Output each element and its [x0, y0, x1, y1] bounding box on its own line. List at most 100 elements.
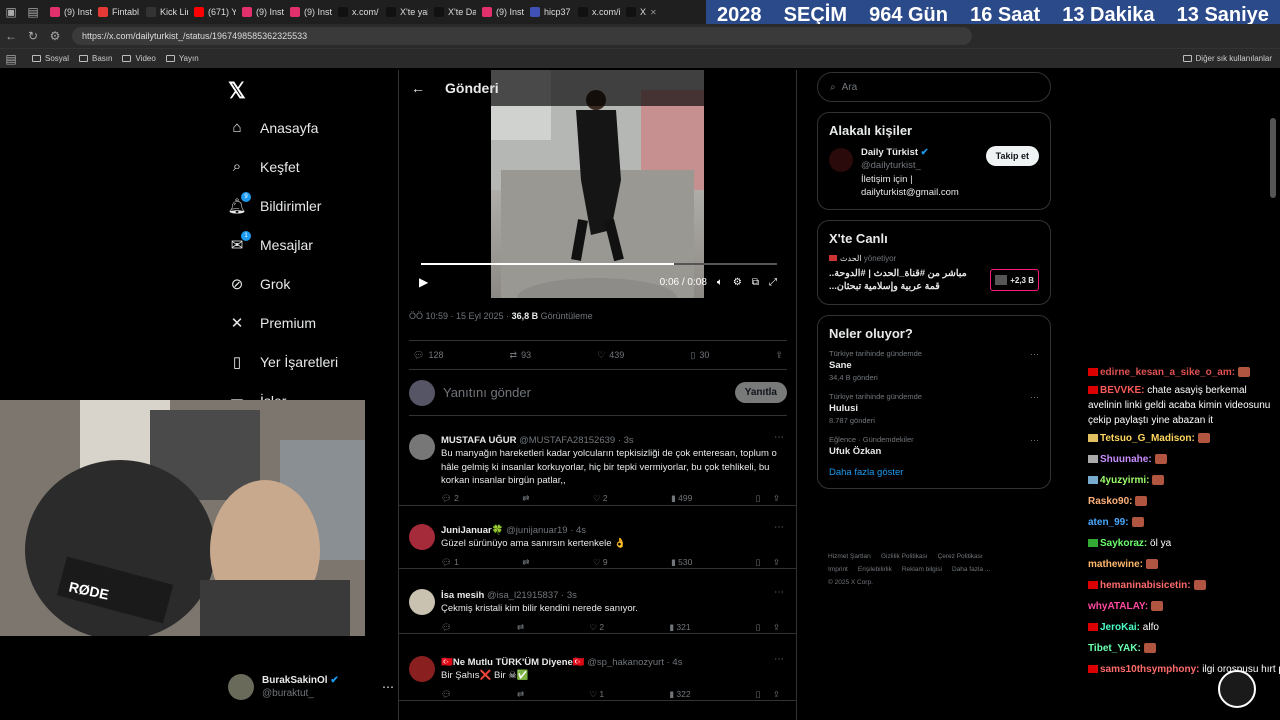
share-icon[interactable]: ⇪	[773, 689, 780, 699]
chat-username[interactable]: mathewine:	[1088, 559, 1143, 570]
browser-tab[interactable]: X'te Da✕	[428, 0, 476, 24]
avatar[interactable]	[409, 434, 435, 460]
share-icon[interactable]: ⇪	[773, 557, 780, 567]
bookmark-folder-yayin[interactable]: Yayın	[165, 54, 199, 63]
chat-username[interactable]: Tetsuo_G_Madison:	[1100, 433, 1195, 444]
like-button[interactable]: ♡ 2	[589, 622, 604, 634]
share-icon[interactable]: ⇪	[773, 493, 780, 503]
chat-username[interactable]: 4yuzyirmi:	[1100, 475, 1149, 486]
reply-submit-button[interactable]: Yanıtla	[734, 382, 787, 403]
live-item[interactable]: مباشر من #قناة_الحدث | #الدوحة.. قمة عرب…	[829, 267, 1039, 294]
browser-tab[interactable]: X ✕	[620, 0, 668, 24]
views-button[interactable]: ▮ 499	[671, 493, 692, 505]
site-info-icon[interactable]: ⚙	[44, 29, 66, 43]
post-timestamp[interactable]: ÖÖ 10:59 · 15 Eyl 2025 ·	[409, 311, 512, 321]
nav-item-bildirimler[interactable]: 🔔︎ 9 Bildirimler	[220, 186, 390, 225]
reply-button[interactable]: 💬︎	[441, 622, 452, 634]
like-button[interactable]: ♡ 2	[593, 493, 608, 505]
back-icon[interactable]: ←	[0, 29, 22, 43]
footer-link[interactable]: Gizlilik Politikası	[881, 553, 928, 560]
browser-tab[interactable]: (9) Inst✕	[476, 0, 524, 24]
reload-icon[interactable]: ↻	[22, 29, 44, 43]
repost-button[interactable]: ⇄	[517, 689, 524, 701]
search-input[interactable]: ⌕ Ara	[817, 72, 1051, 102]
bookmark-folder-video[interactable]: Video	[122, 54, 156, 63]
related-user[interactable]: Daily Türkist ✔ @dailyturkist_ İletişim …	[829, 146, 1039, 199]
tab-list-icon[interactable]: ▤	[22, 5, 44, 19]
views-button[interactable]: ▮ 321	[669, 622, 690, 634]
bookmark-button[interactable]: ▯ ⇪	[756, 689, 780, 701]
browser-tab[interactable]: x.com/i✕	[572, 0, 620, 24]
repost-button[interactable]: ⇄	[522, 493, 529, 505]
chat-username[interactable]: Saykoraz:	[1100, 538, 1147, 549]
footer-link[interactable]: © 2025 X Corp.	[828, 579, 873, 586]
author-name[interactable]: MUSTAFA UĞUR	[441, 435, 516, 446]
chat-username[interactable]: hemaninabisicetin:	[1100, 580, 1191, 591]
repost-button[interactable]: ⇄	[522, 557, 529, 569]
follow-button[interactable]: Takip et	[985, 146, 1039, 166]
browser-tab[interactable]: hicp37✕	[524, 0, 572, 24]
trend-item[interactable]: ⋯ Türkiye tarihinde gündemde Hulusi 8.787 g…	[829, 392, 1039, 425]
browser-tab[interactable]: x.com/✕	[332, 0, 380, 24]
views-button[interactable]: ▮ 530	[671, 557, 692, 569]
chat-username[interactable]: BEVVKE:	[1100, 385, 1144, 396]
like-button[interactable]: ♡ 439	[597, 350, 624, 361]
chat-username[interactable]: edirne_kesan_a_sike_o_am:	[1100, 367, 1235, 378]
bookmark-button[interactable]: ▯ ⇪	[756, 622, 780, 634]
reply-button[interactable]: 💬︎	[441, 689, 452, 701]
fullscreen-icon[interactable]: ⤢	[769, 277, 777, 288]
url-input[interactable]: https://x.com/dailyturkist_/status/19674…	[72, 27, 972, 45]
browser-tab[interactable]: X'te yal✕	[380, 0, 428, 24]
more-icon[interactable]: ⋯	[774, 587, 784, 598]
reply-tweet[interactable]: ⋯ 🇹🇷Ne Mutlu TÜRK'ÜM Diyene🇹🇷 @sp_hakanoz…	[399, 648, 796, 702]
browser-tab[interactable]: (9) Inst✕	[44, 0, 92, 24]
reply-input[interactable]: Yanıtını gönder	[443, 385, 735, 400]
browser-tab[interactable]: Kick Lir✕	[140, 0, 188, 24]
chat-username[interactable]: whyATALAY:	[1088, 601, 1148, 612]
more-icon[interactable]: ⋯	[774, 522, 784, 533]
browser-tab[interactable]: (9) Inst✕	[284, 0, 332, 24]
bookmark-button[interactable]: ▯ 30	[690, 350, 709, 361]
footer-link[interactable]: Hizmet Şartları	[828, 553, 871, 560]
browser-tab[interactable]: Fintabl✕	[92, 0, 140, 24]
footer-link[interactable]: Imprint	[828, 566, 848, 573]
bookmark-button[interactable]: ▯ ⇪	[756, 557, 780, 569]
tab-actions-icon[interactable]: ▣	[0, 5, 22, 19]
nav-item-yer-i-şaretleri[interactable]: ▯ Yer İşaretleri	[220, 342, 390, 381]
footer-link[interactable]: Erişilebilirlik	[858, 566, 892, 573]
chat-username[interactable]: sams10thsymphony:	[1100, 664, 1199, 675]
chat-username[interactable]: JeroKai:	[1100, 622, 1140, 633]
more-icon[interactable]: ⋯	[382, 680, 394, 694]
bookmark-folder-sosyal[interactable]: Sosyal	[32, 54, 69, 63]
share-button[interactable]: ⇪	[775, 350, 783, 361]
play-icon[interactable]: ▶	[419, 275, 428, 289]
bookmark-button[interactable]: ▯ ⇪	[756, 493, 780, 505]
chat-username[interactable]: Shuunahe:	[1100, 454, 1152, 465]
footer-link[interactable]: Çerez Politikası	[938, 553, 983, 560]
more-icon[interactable]: ⋯	[1030, 349, 1039, 360]
repost-button[interactable]: ⇄	[517, 622, 524, 634]
author-name[interactable]: JuniJanuar🍀	[441, 525, 504, 536]
reply-tweet[interactable]: ⋯ MUSTAFA UĞUR @MUSTAFA28152639 · 3s Bu ma…	[399, 426, 796, 507]
nav-item-anasayfa[interactable]: ⌂ Anasayfa	[220, 108, 390, 147]
reply-button[interactable]: 💬︎ 1	[441, 557, 459, 569]
browser-tab[interactable]: (671) Y✕	[188, 0, 236, 24]
settings-icon[interactable]: ⚙	[733, 277, 742, 288]
repost-button[interactable]: ⇄ 93	[510, 350, 532, 361]
reply-button[interactable]: 💬︎ 128	[413, 350, 443, 361]
share-icon[interactable]: ⇪	[773, 622, 780, 632]
more-icon[interactable]: ⋯	[774, 654, 784, 665]
bookmarks-icon[interactable]: ▤	[0, 52, 22, 66]
nav-item-grok[interactable]: ⊘ Grok	[220, 264, 390, 303]
bookmark-folder-basin[interactable]: Basın	[79, 54, 112, 63]
reply-tweet[interactable]: ⋯ İsa mesih @isa_l21915837 · 3s Çekmiş kri…	[399, 581, 796, 635]
video-progress-bar[interactable]	[421, 263, 777, 265]
trend-item[interactable]: ⋯ Eğlence · Gündemdekiler Ufuk Özkan	[829, 435, 1039, 457]
footer-link[interactable]: Reklam bilgisi	[902, 566, 942, 573]
chat-username[interactable]: Tibet_YAK:	[1088, 643, 1141, 654]
chat-username[interactable]: Rasko90:	[1088, 496, 1132, 507]
footer-link[interactable]: Daha fazla ...	[952, 566, 990, 573]
other-bookmarks[interactable]: Diğer sık kullanılanlar	[1182, 54, 1272, 63]
account-switcher[interactable]: BurakSakinOl ✔ @buraktut_ ⋯	[228, 672, 398, 702]
like-button[interactable]: ♡ 9	[593, 557, 608, 569]
